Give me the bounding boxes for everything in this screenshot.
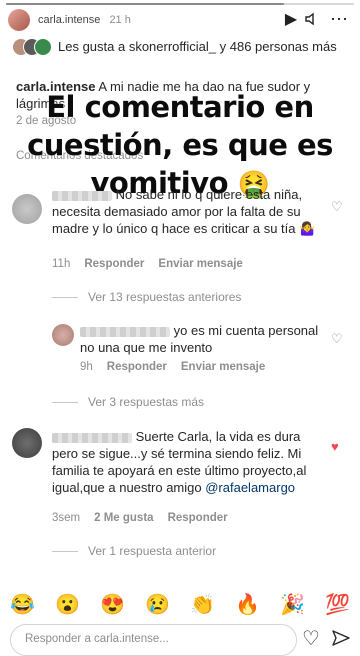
view-previous-replies-1-label: Ver 13 respuestas anteriores: [88, 290, 242, 304]
comment-2-reply-button[interactable]: Responder: [107, 361, 167, 373]
comment-3-mention-link[interactable]: @rafaelamargo: [205, 480, 295, 495]
comment-2-text-block: yo es mi cuenta personal no una que me i…: [80, 322, 320, 356]
comment-1-send-message-button[interactable]: Enviar mensaje: [158, 258, 242, 270]
story-progress-fill: [6, 3, 285, 5]
comment-2-meta: 9h Responder Enviar mensaje: [80, 361, 265, 373]
reaction-heart-eyes-icon[interactable]: 😍: [100, 592, 125, 617]
comment-2-time: 9h: [80, 361, 93, 373]
comment-1-username-blurred[interactable]: [52, 190, 112, 201]
reaction-cry-icon[interactable]: 😢: [145, 592, 170, 617]
comment-3-liked-heart-icon[interactable]: ♥: [331, 440, 343, 453]
reaction-fire-icon[interactable]: 🔥: [235, 592, 260, 617]
comment-3-time: 3sem: [52, 512, 81, 524]
comment-1-like-icon[interactable]: ♡: [331, 200, 343, 213]
liked-by-avatars: [12, 36, 52, 56]
reaction-laugh-icon[interactable]: 😂: [10, 592, 35, 617]
comment-3-meta: 3sem 2 Me gusta Responder: [52, 512, 228, 524]
reaction-100-icon[interactable]: 💯: [325, 592, 350, 617]
reply-input-placeholder[interactable]: Responder a carla.intense...: [25, 633, 169, 645]
reaction-surprised-icon[interactable]: 😮: [55, 592, 80, 617]
comment-1-avatar[interactable]: [12, 194, 42, 224]
comment-3-likes-count[interactable]: 2 Me gusta: [94, 512, 153, 524]
comment-1-time: 11h: [52, 258, 71, 270]
send-icon[interactable]: [330, 627, 352, 649]
quick-reactions-bar: 😂 😮 😍 😢 👏 🔥 🎉 💯: [0, 592, 360, 617]
view-previous-replies-3[interactable]: Ver 1 respuesta anterior: [52, 544, 216, 558]
mute-icon[interactable]: [302, 8, 324, 30]
overlay-line-2: cuestión, es que es: [27, 128, 333, 162]
comment-1-meta: 11h Responder Enviar mensaje: [52, 258, 243, 270]
reaction-clap-icon[interactable]: 👏: [190, 592, 215, 617]
play-icon[interactable]: ▶: [280, 8, 302, 30]
likes-summary[interactable]: Les gusta a skonerrofficial_ y 486 perso…: [58, 38, 348, 55]
story-avatar[interactable]: [8, 9, 30, 31]
comment-2-like-icon[interactable]: ♡: [331, 332, 343, 345]
comment-2-username-blurred[interactable]: [80, 326, 170, 337]
comment-1-reply-button[interactable]: Responder: [84, 258, 144, 270]
overlay-line-1: El comentario en: [46, 90, 314, 124]
story-progress-bar: [6, 3, 354, 5]
comment-3-avatar[interactable]: [12, 428, 42, 458]
view-more-replies-2-label: Ver 3 respuestas más: [88, 395, 205, 409]
reaction-party-icon[interactable]: 🎉: [280, 592, 305, 617]
comment-2-send-message-button[interactable]: Enviar mensaje: [181, 361, 265, 373]
more-options-icon[interactable]: ⋯: [328, 8, 350, 30]
comment-3-reply-button[interactable]: Responder: [168, 512, 228, 524]
like-story-icon[interactable]: ♡: [300, 627, 322, 650]
view-previous-replies-1[interactable]: Ver 13 respuestas anteriores: [52, 290, 241, 304]
comment-3-text-block: Suerte Carla, la vida es dura pero se si…: [52, 428, 316, 496]
comment-1-text-block: No sabe ni lo q quiere esta niña, necesi…: [52, 186, 316, 237]
view-more-replies-2[interactable]: Ver 3 respuestas más: [52, 395, 204, 409]
comment-3-username-blurred[interactable]: [52, 432, 132, 443]
story-time: 21 h: [109, 14, 131, 26]
reply-input-container[interactable]: Responder a carla.intense...: [10, 624, 297, 656]
story-header: carla.intense 21 h: [38, 14, 131, 26]
story-username[interactable]: carla.intense: [38, 14, 100, 26]
view-previous-replies-3-label: Ver 1 respuesta anterior: [88, 544, 217, 558]
comment-2-avatar[interactable]: [52, 324, 74, 346]
